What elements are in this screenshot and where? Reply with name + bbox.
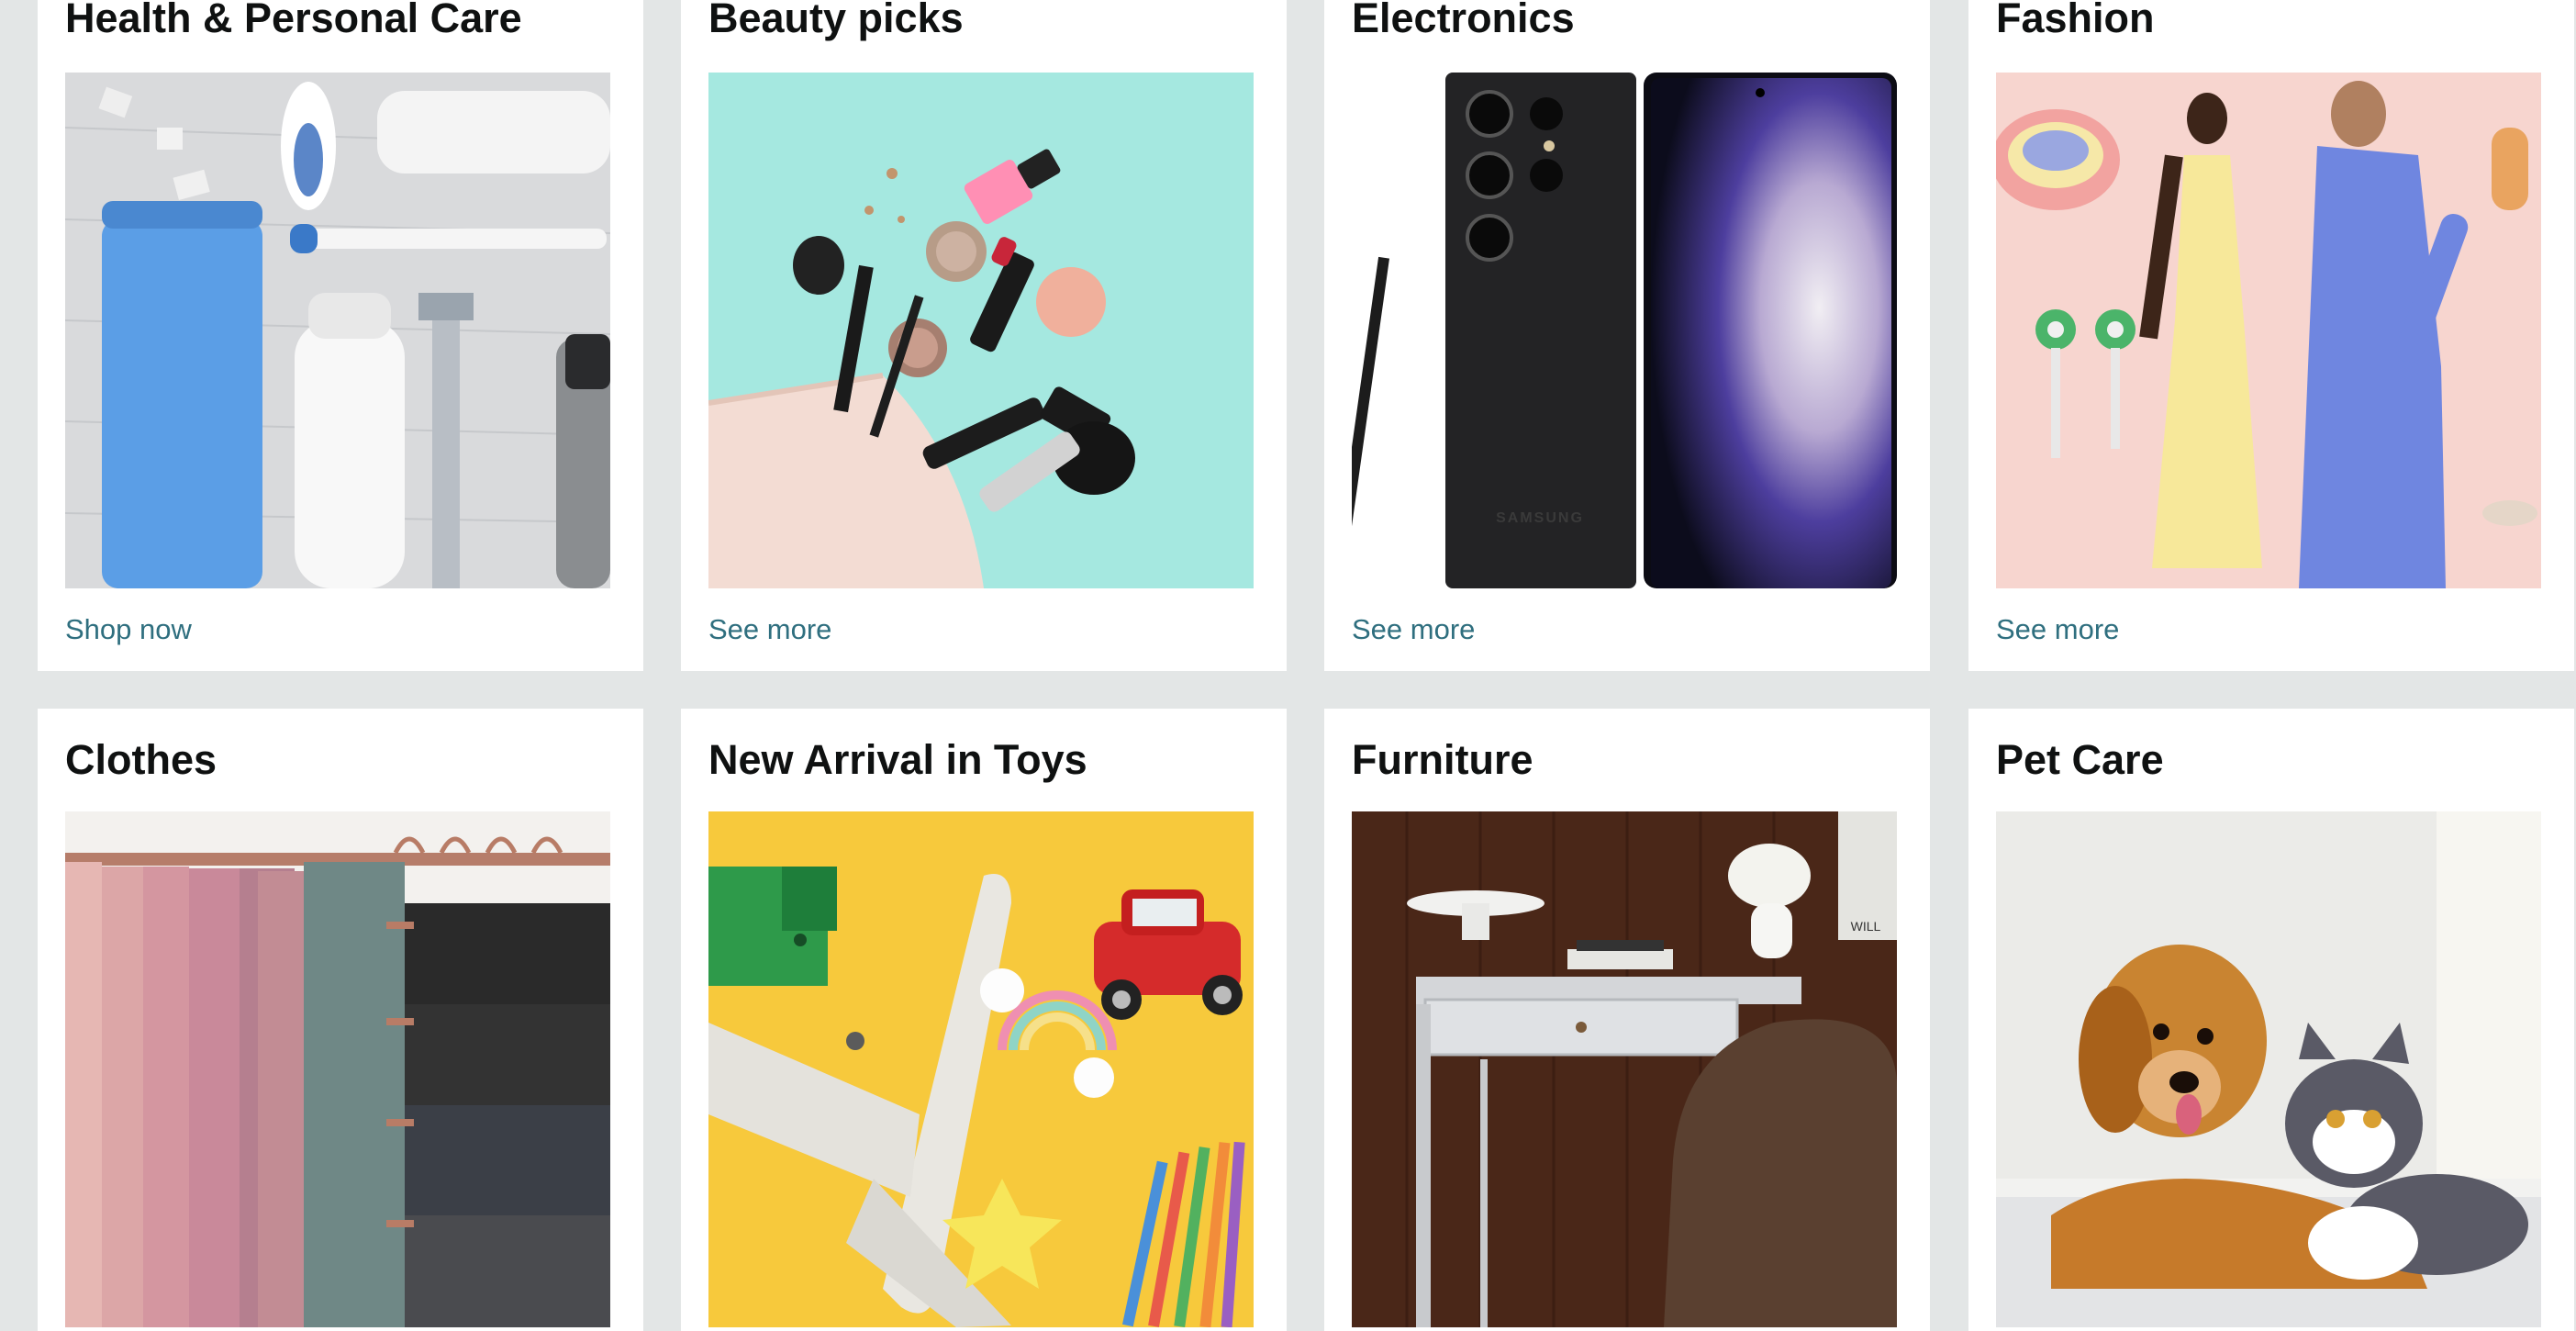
see-more-link[interactable]: See more [708, 613, 831, 646]
fashion-image[interactable] [1996, 73, 2541, 588]
card-fashion: Fashion See more [1968, 0, 2574, 671]
card-title: New Arrival in Toys [708, 736, 1087, 783]
card-clothes: Clothes [38, 709, 643, 1331]
card-electronics: Electronics SAMSUNG See more [1324, 0, 1930, 671]
card-pet-care: Pet Care [1968, 709, 2574, 1331]
card-health-personal-care: Health & Personal Care Shop now [38, 0, 643, 671]
card-title: Clothes [65, 736, 217, 783]
card-furniture: Furniture WILL [1324, 709, 1930, 1331]
phone-brand-logo: SAMSUNG [1496, 510, 1584, 526]
clothes-image[interactable] [65, 811, 610, 1327]
card-title: Electronics [1352, 0, 1575, 41]
card-title: Furniture [1352, 736, 1533, 783]
see-more-link[interactable]: See more [1352, 613, 1475, 646]
card-title: Fashion [1996, 0, 2155, 41]
category-grid: Health & Personal Care Shop now Beauty p… [0, 0, 2576, 1331]
toys-image[interactable] [708, 811, 1254, 1327]
see-more-link[interactable]: See more [1996, 613, 2119, 646]
card-new-arrival-toys: New Arrival in Toys [681, 709, 1287, 1331]
wall-sign: WILL [1851, 919, 1881, 934]
card-title: Pet Care [1996, 736, 2164, 783]
health-personal-care-image[interactable] [65, 73, 610, 588]
furniture-image[interactable]: WILL [1352, 811, 1897, 1327]
pet-care-image[interactable] [1996, 811, 2541, 1327]
beauty-picks-image[interactable] [708, 73, 1254, 588]
card-title: Beauty picks [708, 0, 964, 41]
card-title: Health & Personal Care [65, 0, 522, 41]
shop-now-link[interactable]: Shop now [65, 613, 192, 646]
card-beauty-picks: Beauty picks See more [681, 0, 1287, 671]
electronics-image[interactable]: SAMSUNG [1352, 73, 1897, 588]
